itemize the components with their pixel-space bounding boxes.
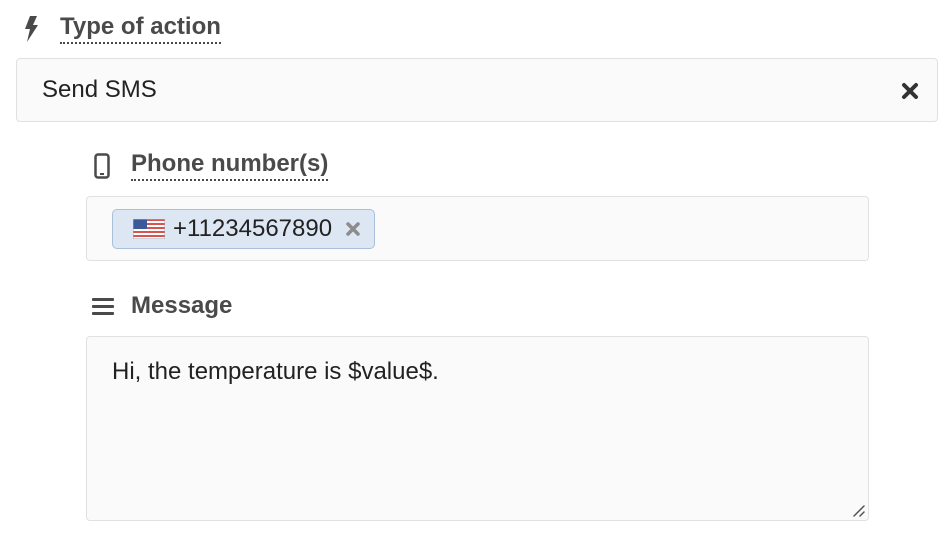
remove-tag-icon[interactable] (344, 220, 362, 238)
hamburger-lines-icon (92, 296, 114, 316)
phone-number-tag[interactable]: +11234567890 (112, 208, 376, 249)
lightning-icon (24, 15, 38, 42)
action-type-selected-value: Send SMS (42, 76, 157, 103)
us-flag-icon (132, 218, 166, 239)
resize-handle-icon[interactable] (850, 502, 866, 518)
phone-number-value: +11234567890 (173, 214, 333, 242)
message-label: Message (131, 292, 233, 319)
phone-numbers-header: Phone number(s) (94, 150, 329, 181)
action-type-select[interactable]: Send SMS (16, 58, 938, 122)
type-of-action-header: Type of action (24, 13, 221, 44)
message-textarea[interactable]: Hi, the temperature is $value$. (86, 336, 869, 521)
message-text: Hi, the temperature is $value$. (112, 358, 439, 385)
mobile-phone-icon (94, 152, 110, 179)
phone-numbers-input[interactable]: +11234567890 (86, 196, 869, 261)
close-icon[interactable] (900, 81, 920, 101)
phone-numbers-label: Phone number(s) (131, 150, 329, 181)
type-of-action-label: Type of action (60, 13, 221, 44)
message-header: Message (92, 292, 232, 320)
